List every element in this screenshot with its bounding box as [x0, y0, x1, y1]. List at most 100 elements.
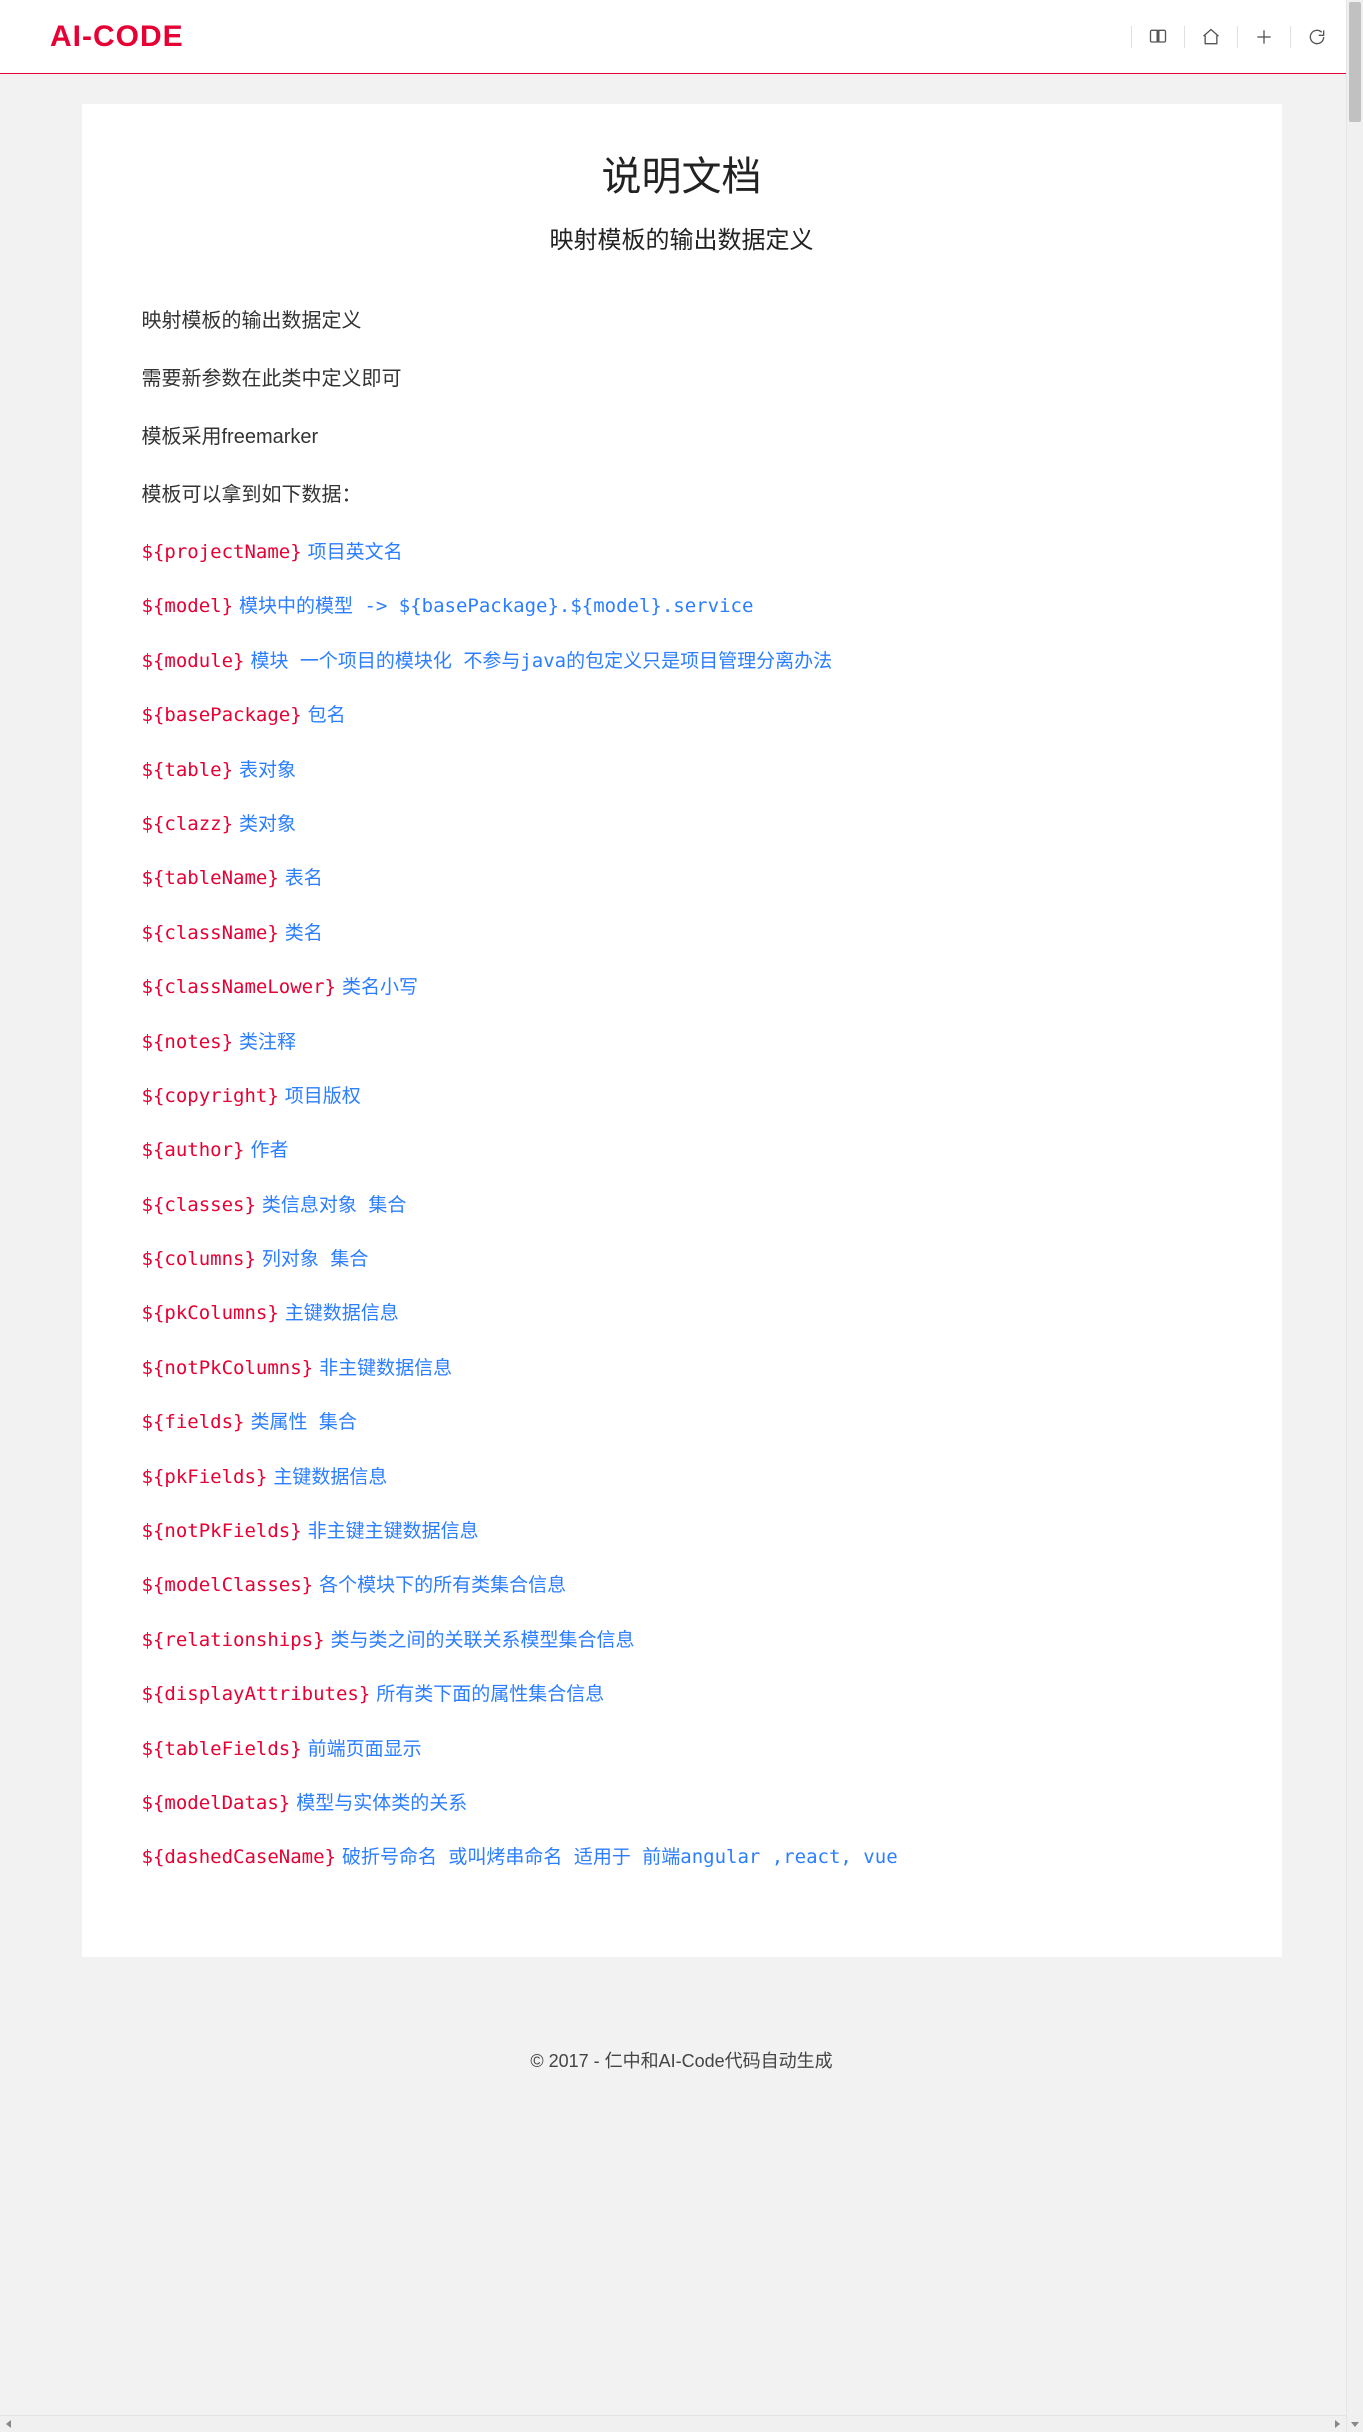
- def-key: ${modelDatas}: [142, 1792, 291, 1814]
- def-key: ${classNameLower}: [142, 976, 336, 998]
- def-desc: 模块 一个项目的模块化 不参与java的包定义只是项目管理分离办法: [250, 650, 832, 672]
- def-line: ${tableName} 表名: [142, 863, 1222, 893]
- def-key: ${table}: [142, 759, 234, 781]
- def-key: ${columns}: [142, 1248, 256, 1270]
- doc-title: 说明文档: [142, 144, 1222, 202]
- horizontal-scrollbar[interactable]: [0, 2415, 1346, 2432]
- scroll-down-arrow-icon[interactable]: [1347, 2415, 1363, 2432]
- footer-text: © 2017 - 仁中和AI-Code代码自动生成: [0, 2017, 1363, 2123]
- book-icon[interactable]: [1142, 21, 1174, 53]
- def-line: ${tableFields} 前端页面显示: [142, 1734, 1222, 1764]
- def-key: ${copyright}: [142, 1085, 279, 1107]
- def-line: ${model}模块中的模型 -> ${basePackage}.${model…: [142, 591, 1222, 621]
- def-line: ${projectName} 项目英文名: [142, 537, 1222, 567]
- def-key: ${projectName}: [142, 541, 302, 563]
- def-key: ${notPkColumns}: [142, 1357, 314, 1379]
- def-key: ${modelClasses}: [142, 1574, 314, 1596]
- def-desc: 非主键数据信息: [319, 1357, 452, 1379]
- toolbar-separator: [1237, 26, 1238, 48]
- def-line: ${notPkColumns}非主键数据信息: [142, 1353, 1222, 1383]
- toolbar-separator: [1131, 26, 1132, 48]
- def-desc: 主键数据信息: [285, 1302, 399, 1324]
- def-line: ${module}模块 一个项目的模块化 不参与java的包定义只是项目管理分离…: [142, 646, 1222, 676]
- intro-line: 需要新参数在此类中定义即可: [142, 363, 1222, 395]
- def-line: ${displayAttributes}所有类下面的属性集合信息: [142, 1679, 1222, 1709]
- def-key: ${module}: [142, 650, 245, 672]
- def-line: ${notPkFields} 非主键主键数据信息: [142, 1516, 1222, 1546]
- def-key: ${className}: [142, 922, 279, 944]
- plus-icon[interactable]: [1248, 21, 1280, 53]
- def-line: ${className} 类名: [142, 918, 1222, 948]
- def-line: ${classNameLower} 类名小写: [142, 972, 1222, 1002]
- def-key: ${tableFields}: [142, 1738, 302, 1760]
- def-key: ${classes}: [142, 1194, 256, 1216]
- def-desc: 列对象 集合: [262, 1248, 368, 1270]
- def-key: ${basePackage}: [142, 704, 302, 726]
- def-key: ${pkColumns}: [142, 1302, 279, 1324]
- def-desc: 表对象: [239, 759, 296, 781]
- def-line: ${copyright} 项目版权: [142, 1081, 1222, 1111]
- def-desc: 非主键主键数据信息: [308, 1520, 479, 1542]
- def-line: ${relationships} 类与类之间的关联关系模型集合信息: [142, 1625, 1222, 1655]
- def-desc: 主键数据信息: [273, 1466, 387, 1488]
- def-key: ${notes}: [142, 1031, 234, 1053]
- def-line: ${notes}类注释: [142, 1027, 1222, 1057]
- def-key: ${fields}: [142, 1411, 245, 1433]
- header-toolbar: [1121, 21, 1333, 53]
- def-desc: 模型与实体类的关系: [296, 1792, 467, 1814]
- def-line: ${modelClasses}各个模块下的所有类集合信息: [142, 1570, 1222, 1600]
- def-key: ${pkFields}: [142, 1466, 268, 1488]
- def-line: ${columns} 列对象 集合: [142, 1244, 1222, 1274]
- def-desc: 作者: [250, 1139, 288, 1161]
- def-key: ${model}: [142, 595, 234, 617]
- refresh-icon[interactable]: [1301, 21, 1333, 53]
- toolbar-separator: [1290, 26, 1291, 48]
- intro-line: 映射模板的输出数据定义: [142, 305, 1222, 337]
- def-desc: 表名: [285, 867, 323, 889]
- def-desc: 类属性 集合: [250, 1411, 356, 1433]
- def-desc: 项目版权: [285, 1085, 361, 1107]
- def-line: ${basePackage} 包名: [142, 700, 1222, 730]
- def-line: ${dashedCaseName} 破折号命名 或叫烤串命名 适用于 前端angu…: [142, 1842, 1222, 1872]
- def-desc: 类注释: [239, 1031, 296, 1053]
- toolbar-separator: [1184, 26, 1185, 48]
- def-line: ${clazz}类对象: [142, 809, 1222, 839]
- document-card: 说明文档 映射模板的输出数据定义 映射模板的输出数据定义需要新参数在此类中定义即…: [82, 104, 1282, 1957]
- def-key: ${relationships}: [142, 1629, 325, 1651]
- def-line: ${fields}类属性 集合: [142, 1407, 1222, 1437]
- def-key: ${dashedCaseName}: [142, 1846, 336, 1868]
- intro-line: 模板采用freemarker: [142, 421, 1222, 453]
- doc-subtitle: 映射模板的输出数据定义: [142, 220, 1222, 255]
- def-line: ${pkColumns} 主键数据信息: [142, 1298, 1222, 1328]
- def-desc: 前端页面显示: [308, 1738, 422, 1760]
- def-desc: 类名小写: [342, 976, 418, 998]
- scroll-right-arrow-icon[interactable]: [1332, 2417, 1342, 2432]
- def-key: ${tableName}: [142, 867, 279, 889]
- def-key: ${displayAttributes}: [142, 1683, 371, 1705]
- def-line: ${pkFields}主键数据信息: [142, 1462, 1222, 1492]
- def-desc: 项目英文名: [308, 541, 403, 563]
- def-desc: 类对象: [239, 813, 296, 835]
- scroll-left-arrow-icon[interactable]: [4, 2417, 14, 2432]
- app-header: AI-CODE: [0, 0, 1363, 74]
- def-key: ${notPkFields}: [142, 1520, 302, 1542]
- def-desc: 类与类之间的关联关系模型集合信息: [331, 1629, 635, 1651]
- logo[interactable]: AI-CODE: [50, 20, 184, 54]
- intro-line: 模板可以拿到如下数据：: [142, 479, 1222, 511]
- vertical-scrollbar[interactable]: [1346, 0, 1363, 2432]
- def-line: ${table}表对象: [142, 755, 1222, 785]
- scrollbar-thumb[interactable]: [1349, 2, 1361, 122]
- def-line: ${modelDatas}模型与实体类的关系: [142, 1788, 1222, 1818]
- home-icon[interactable]: [1195, 21, 1227, 53]
- def-desc: 类名: [285, 922, 323, 944]
- def-line: ${author}作者: [142, 1135, 1222, 1165]
- def-key: ${author}: [142, 1139, 245, 1161]
- def-desc: 包名: [308, 704, 346, 726]
- def-desc: 各个模块下的所有类集合信息: [319, 1574, 566, 1596]
- def-desc: 破折号命名 或叫烤串命名 适用于 前端angular ,react, vue: [342, 1846, 898, 1868]
- def-desc: 模块中的模型 -> ${basePackage}.${model}.servic…: [239, 595, 753, 617]
- def-key: ${clazz}: [142, 813, 234, 835]
- def-line: ${classes} 类信息对象 集合: [142, 1190, 1222, 1220]
- def-desc: 所有类下面的属性集合信息: [376, 1683, 604, 1705]
- def-desc: 类信息对象 集合: [262, 1194, 406, 1216]
